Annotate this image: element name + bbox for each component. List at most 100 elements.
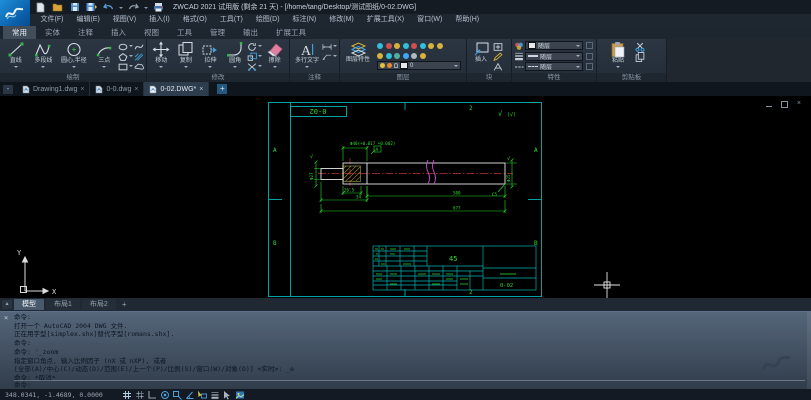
tab-layout2[interactable]: 布局2 bbox=[82, 299, 116, 310]
snap-toggle-icon[interactable] bbox=[135, 390, 145, 400]
ribbon-tab-output[interactable]: 输出 bbox=[234, 26, 267, 39]
tab-layout1[interactable]: 布局1 bbox=[46, 299, 80, 310]
rotate-icon[interactable] bbox=[247, 42, 257, 52]
menu-express[interactable]: 扩展工具(X) bbox=[360, 14, 410, 26]
erase-dropdown-icon[interactable] bbox=[273, 66, 277, 70]
ribbon-tab-tools[interactable]: 工具 bbox=[168, 26, 201, 39]
rectangle-dropdown-icon[interactable] bbox=[129, 65, 133, 69]
menu-view[interactable]: 视图(V) bbox=[106, 14, 142, 26]
fillet-button[interactable]: 圆角 bbox=[223, 40, 248, 70]
lineweight-launcher-icon[interactable] bbox=[586, 53, 593, 60]
color-dropdown-caret-icon[interactable] bbox=[576, 45, 580, 49]
annotation-monitor-icon[interactable] bbox=[235, 390, 245, 400]
menu-insert[interactable]: 插入(I) bbox=[143, 14, 177, 26]
command-scrollbar[interactable] bbox=[807, 312, 811, 390]
tab-model[interactable]: 模型 bbox=[14, 299, 44, 310]
redo-dropdown-icon[interactable] bbox=[144, 7, 148, 11]
ribbon-tab-home[interactable]: 常用 bbox=[3, 26, 36, 39]
command-input[interactable]: 命令: bbox=[14, 380, 805, 389]
doc-tab-close-icon[interactable]: × bbox=[199, 86, 203, 93]
color-dropdown[interactable]: 随层 bbox=[525, 41, 583, 50]
copy-dropdown-icon[interactable] bbox=[184, 66, 188, 70]
ellipse-icon[interactable] bbox=[118, 42, 128, 52]
cmd-collapse-button[interactable]: ▴ bbox=[2, 300, 12, 309]
doctab-collapse-button[interactable]: - bbox=[3, 85, 13, 94]
menu-window[interactable]: 窗口(W) bbox=[411, 14, 449, 26]
lineweight-toggle-icon[interactable] bbox=[210, 390, 220, 400]
ribbon-tab-insert[interactable]: 插入 bbox=[102, 26, 135, 39]
circle-button[interactable]: 圆心,半径 bbox=[57, 40, 90, 70]
menu-help[interactable]: 帮助(H) bbox=[449, 14, 486, 26]
doc-tab-0-02-active[interactable]: 0-02.DWG* × bbox=[144, 82, 209, 96]
layer-state-icon[interactable] bbox=[420, 53, 426, 59]
linetype-dropdown-caret-icon[interactable] bbox=[576, 66, 580, 70]
layer-state-icon[interactable] bbox=[377, 43, 383, 49]
doc-tab-close-icon[interactable]: × bbox=[80, 86, 84, 93]
layer-state-icon[interactable] bbox=[420, 43, 426, 49]
polyline-button[interactable]: 多段线 bbox=[30, 40, 58, 70]
doc-close-icon[interactable]: × bbox=[797, 100, 801, 108]
menu-file[interactable]: 文件(F) bbox=[34, 14, 70, 26]
menu-tools[interactable]: 工具(T) bbox=[213, 14, 249, 26]
command-window[interactable]: × 命令: 打开一个 AutoCAD 2004 DWG 文件. 正在用字型[si… bbox=[0, 311, 811, 390]
properties-launcher-icon[interactable] bbox=[586, 42, 593, 49]
lineweight-dropdown[interactable]: 随层 bbox=[525, 52, 583, 61]
undo-dropdown-icon[interactable] bbox=[119, 7, 123, 11]
ellipse-dropdown-icon[interactable] bbox=[129, 45, 133, 49]
zwcad-logo-icon[interactable] bbox=[0, 0, 30, 26]
mtext-button[interactable]: A 多行文字 bbox=[292, 40, 322, 70]
doc-tab-close-icon[interactable]: × bbox=[134, 86, 138, 93]
new-doc-tab-button[interactable]: + bbox=[217, 84, 227, 94]
layers-panel-label[interactable]: 图层 bbox=[340, 73, 466, 82]
layer-color-swatch[interactable] bbox=[400, 62, 408, 69]
define-attribute-icon[interactable] bbox=[493, 62, 503, 72]
trim-icon[interactable] bbox=[247, 62, 257, 72]
modify-panel-label[interactable]: 修改 bbox=[147, 73, 289, 82]
scale-icon[interactable] bbox=[247, 52, 257, 62]
doc-restore-icon[interactable] bbox=[781, 101, 788, 108]
ribbon-tab-manage[interactable]: 管理 bbox=[201, 26, 234, 39]
undo-button[interactable] bbox=[102, 2, 115, 13]
layer-state-icon[interactable] bbox=[403, 43, 409, 49]
insert-block-button[interactable]: 插入 bbox=[469, 40, 493, 64]
ribbon-tab-annotate[interactable]: 注释 bbox=[69, 26, 102, 39]
new-file-button[interactable] bbox=[34, 2, 47, 13]
layer-state-icon[interactable] bbox=[394, 43, 400, 49]
dimension-icon[interactable] bbox=[322, 42, 332, 52]
layer-state-icon[interactable] bbox=[386, 43, 392, 49]
annotate-panel-label[interactable]: 注释 bbox=[290, 73, 339, 82]
doc-tab-0-0[interactable]: 0-0.dwg × bbox=[90, 82, 144, 96]
hatch-icon[interactable] bbox=[134, 52, 144, 62]
line-dropdown-icon[interactable] bbox=[14, 66, 18, 70]
copy-button[interactable]: 复制 bbox=[174, 40, 199, 70]
ribbon-tab-express[interactable]: 扩展工具 bbox=[267, 26, 315, 39]
redo-button[interactable] bbox=[127, 2, 140, 13]
edit-block-icon[interactable] bbox=[493, 52, 503, 62]
layer-lock-icon[interactable] bbox=[394, 63, 398, 68]
draw-panel-label[interactable]: 绘制 bbox=[0, 73, 146, 82]
properties-panel-label[interactable]: 特性 bbox=[512, 73, 596, 82]
polyline-dropdown-icon[interactable] bbox=[41, 66, 45, 70]
move-dropdown-icon[interactable] bbox=[159, 66, 163, 70]
menu-format[interactable]: 格式(O) bbox=[176, 14, 213, 26]
block-panel-label[interactable]: 块 bbox=[467, 73, 511, 82]
paste-button[interactable]: 粘贴 bbox=[605, 40, 631, 70]
polar-toggle-icon[interactable] bbox=[185, 390, 195, 400]
layer-dropdown-caret-icon[interactable] bbox=[454, 65, 458, 69]
linetype-dropdown[interactable]: 随层 bbox=[525, 62, 583, 71]
dynamic-input-toggle-icon[interactable] bbox=[197, 390, 207, 400]
grid-toggle-icon[interactable] bbox=[122, 390, 132, 400]
mtext-dropdown-icon[interactable] bbox=[305, 66, 309, 70]
command-close-icon[interactable]: × bbox=[4, 314, 8, 322]
menu-draw[interactable]: 绘图(D) bbox=[249, 14, 286, 26]
layer-state-icon[interactable] bbox=[411, 53, 417, 59]
polygon-icon[interactable] bbox=[118, 52, 128, 62]
layer-dropdown[interactable]: 0 bbox=[377, 61, 461, 70]
stretch-dropdown-icon[interactable] bbox=[208, 66, 212, 70]
clipboard-panel-label[interactable]: 剪贴板 bbox=[597, 73, 666, 82]
menu-modify[interactable]: 修改(M) bbox=[323, 14, 361, 26]
create-block-icon[interactable] bbox=[493, 42, 503, 52]
erase-button[interactable]: 擦除 bbox=[262, 40, 287, 70]
leader-icon[interactable] bbox=[322, 52, 332, 62]
layer-state-icon[interactable] bbox=[386, 53, 392, 59]
